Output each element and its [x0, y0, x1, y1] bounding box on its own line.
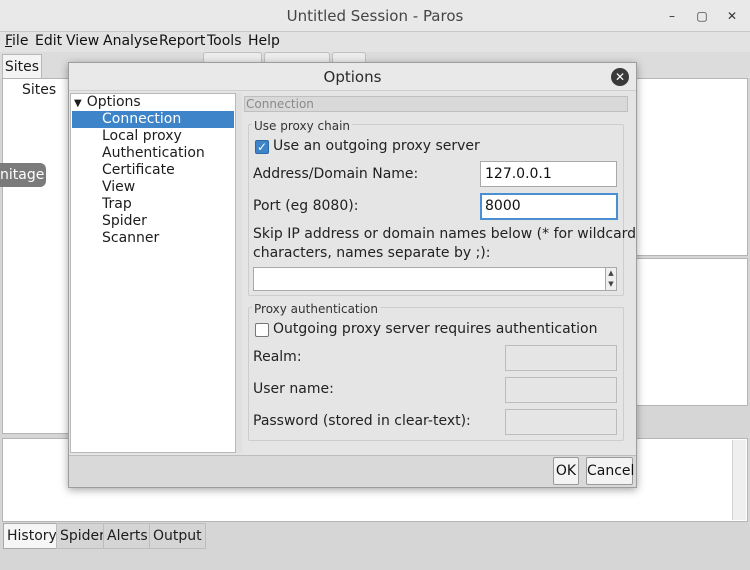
menu-file[interactable]: File [5, 32, 28, 52]
requires-auth-label[interactable]: Outgoing proxy server requires authentic… [273, 321, 597, 337]
tab-spider[interactable]: Spider [56, 523, 109, 549]
menu-report[interactable]: Report [159, 32, 205, 52]
panel-header: Connection [244, 96, 628, 112]
menu-file-mnemonic: F [5, 33, 13, 49]
use-proxy-label[interactable]: Use an outgoing proxy server [273, 138, 480, 154]
dialog-footer [69, 455, 636, 487]
scroll-up-icon[interactable]: ▲ [606, 268, 616, 279]
tree-root-label: Options [86, 94, 141, 110]
tab-output[interactable]: Output [149, 523, 206, 549]
username-field [505, 377, 617, 403]
tree-root-options[interactable]: ▼ Options [74, 94, 141, 111]
tree-item-trap[interactable]: Trap [102, 196, 132, 213]
request-panel [636, 78, 748, 256]
address-field[interactable]: 127.0.0.1 [480, 161, 617, 187]
tree-item-local-proxy[interactable]: Local proxy [102, 128, 182, 145]
minimize-icon[interactable]: – [664, 8, 680, 24]
expand-arrow-icon[interactable]: ▼ [74, 98, 82, 109]
dialog-close-icon[interactable]: ✕ [611, 68, 629, 86]
password-label: Password (stored in clear-text): [253, 413, 471, 429]
tree-item-scanner[interactable]: Scanner [102, 230, 159, 247]
skip-names-textarea[interactable] [253, 267, 606, 291]
skip-label-line2: characters, names separate by ;): [253, 245, 491, 261]
scroll-down-icon[interactable]: ▼ [606, 279, 616, 290]
skip-label-line1: Skip IP address or domain names below (*… [253, 226, 637, 242]
username-label: User name: [253, 381, 334, 397]
address-label: Address/Domain Name: [253, 166, 419, 182]
tree-item-connection[interactable]: Connection [102, 111, 181, 128]
tree-item-authentication[interactable]: Authentication [102, 145, 205, 162]
cancel-button[interactable]: Cancel [586, 457, 634, 485]
sites-tree-root[interactable]: Sites [22, 82, 56, 98]
history-scrollbar[interactable] [732, 440, 746, 520]
tab-history[interactable]: History [3, 523, 61, 549]
menu-help[interactable]: Help [248, 32, 280, 52]
tab-sites[interactable]: Sites [2, 54, 42, 78]
tree-item-certificate[interactable]: Certificate [102, 162, 175, 179]
split-pane-divider[interactable] [236, 93, 242, 453]
proxy-chain-title: Use proxy chain [252, 119, 353, 133]
menu-analyse[interactable]: Analyse [103, 32, 158, 52]
response-panel [636, 258, 748, 406]
tree-item-spider[interactable]: Spider [102, 213, 147, 230]
overlay-pill[interactable]: nitage [0, 163, 46, 187]
menu-tools[interactable]: Tools [207, 32, 242, 52]
realm-field [505, 345, 617, 371]
port-field[interactable]: 8000 [480, 193, 618, 220]
dialog-title: Options [69, 63, 636, 91]
menu-file-label: ile [12, 33, 29, 49]
password-field [505, 409, 617, 435]
menu-edit[interactable]: Edit [35, 32, 62, 52]
proxy-auth-title: Proxy authentication [252, 302, 380, 316]
use-proxy-checkbox[interactable]: ✓ [255, 140, 269, 154]
requires-auth-checkbox[interactable] [255, 323, 269, 337]
ok-button[interactable]: OK [553, 457, 579, 485]
tab-alerts[interactable]: Alerts [103, 523, 152, 549]
window-title: Untitled Session - Paros [286, 7, 464, 25]
skip-names-scrollbar[interactable]: ▲ ▼ [605, 267, 617, 291]
close-icon[interactable]: ✕ [724, 8, 740, 24]
sites-panel [2, 78, 72, 434]
realm-label: Realm: [253, 349, 302, 365]
menu-view[interactable]: View [66, 32, 99, 52]
maximize-icon[interactable]: ▢ [694, 8, 710, 24]
tree-item-view[interactable]: View [102, 179, 135, 196]
port-label: Port (eg 8080): [253, 198, 359, 214]
